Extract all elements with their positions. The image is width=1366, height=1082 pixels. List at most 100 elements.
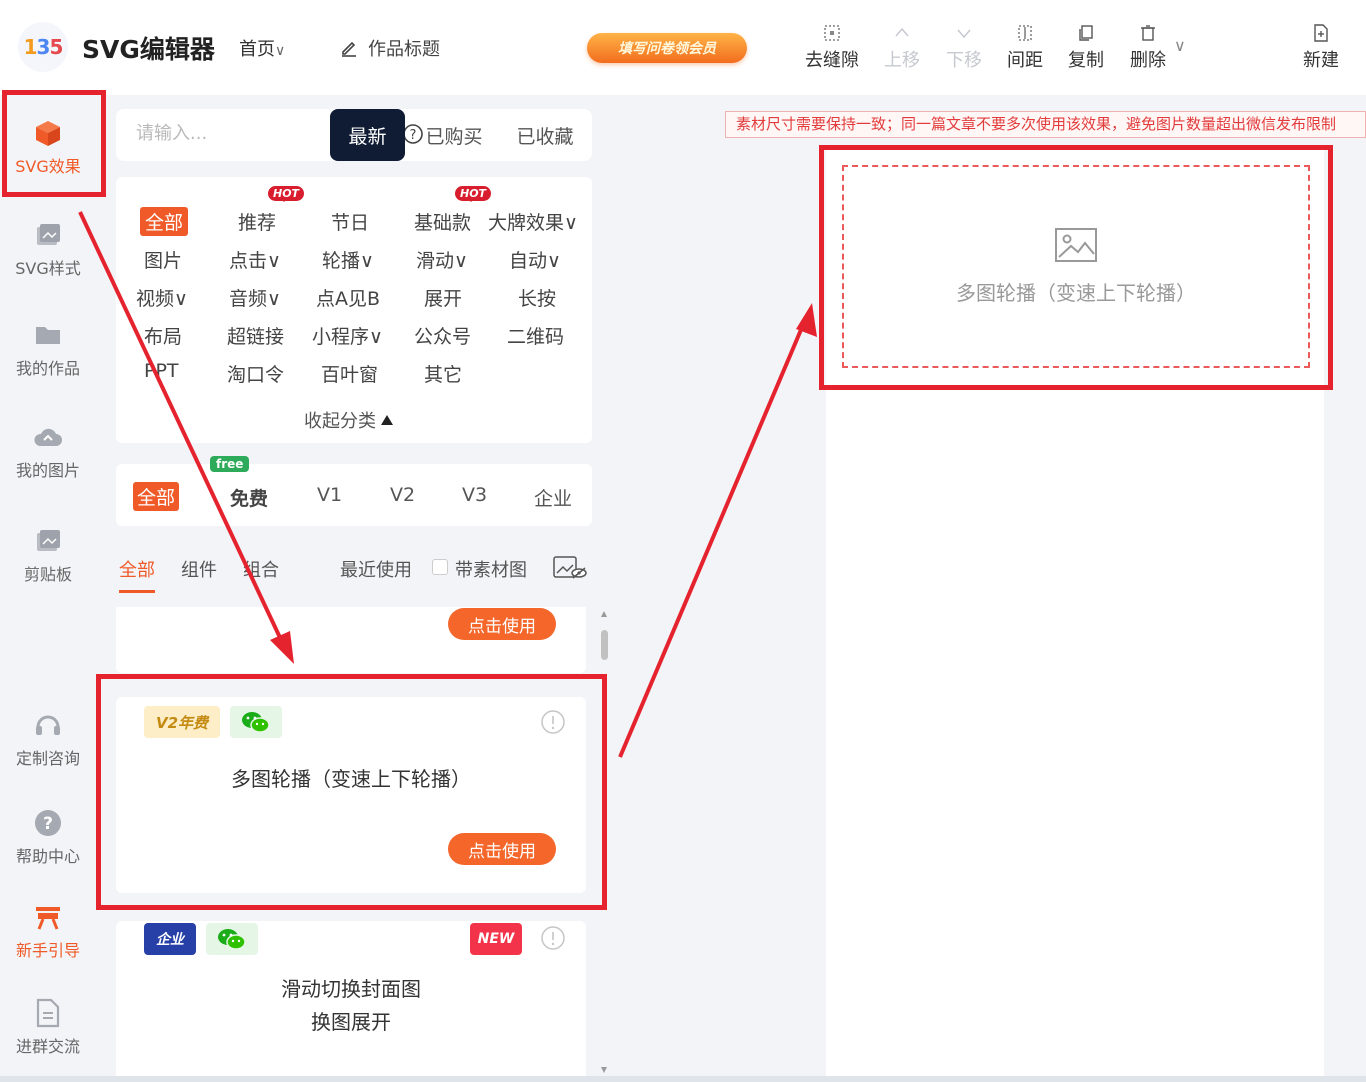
- tab-purchased[interactable]: 已购买: [411, 109, 497, 161]
- filter-row: 全部 组件 组合 最近使用 带素材图: [116, 548, 592, 594]
- work-title-editor[interactable]: 作品标题: [340, 35, 440, 61]
- chevron-up-icon: [895, 27, 909, 37]
- category-carousel[interactable]: 轮播∨: [322, 246, 374, 273]
- survey-button[interactable]: 填写问卷领会员: [587, 33, 747, 63]
- question-icon: ?: [35, 810, 61, 836]
- cloud-upload-icon: [34, 428, 62, 446]
- category-video[interactable]: 视频∨: [136, 284, 188, 311]
- tool-copy[interactable]: 复制: [1055, 20, 1117, 72]
- triangle-up-icon: [381, 415, 393, 425]
- component-placeholder[interactable]: 多图轮播（变速上下轮播）: [842, 165, 1310, 368]
- more-tools-chevron-icon[interactable]: ∨: [1174, 36, 1186, 55]
- guide-icon: [36, 907, 60, 930]
- version-all[interactable]: 全部: [133, 482, 180, 511]
- category-qrcode[interactable]: 二维码: [507, 322, 564, 349]
- category-taobao-code[interactable]: 淘口令: [227, 360, 284, 387]
- category-blinds[interactable]: 百叶窗: [321, 360, 378, 387]
- info-icon[interactable]: [540, 709, 566, 735]
- document-icon: [36, 998, 60, 1028]
- rail-item-my-works[interactable]: 我的作品: [0, 319, 96, 379]
- search-input[interactable]: [136, 123, 236, 144]
- category-long-press[interactable]: 长按: [518, 284, 556, 311]
- rail-item-join-group[interactable]: 进群交流: [0, 997, 96, 1057]
- rail-label: 剪贴板: [23, 565, 72, 584]
- tool-remove-gap[interactable]: 去缝隙: [801, 20, 863, 72]
- version-v3[interactable]: V3: [462, 484, 487, 506]
- category-official-account[interactable]: 公众号: [414, 322, 471, 349]
- tool-delete[interactable]: 删除: [1117, 20, 1179, 72]
- app-logo[interactable]: 135: [18, 22, 68, 72]
- tool-new[interactable]: 新建: [1290, 20, 1352, 72]
- template-list: 点击使用 V2年费 多图轮播（变速上下轮播） 点击使用 企业 NEW 滑动切换封…: [116, 607, 586, 1082]
- version-v1[interactable]: V1: [317, 484, 342, 506]
- category-panel: HOT HOT 全部 推荐 节日 基础款 大牌效果∨ 图片 点击∨ 轮播∨ 滑动…: [116, 177, 592, 443]
- category-brand-effects[interactable]: 大牌效果∨: [488, 208, 578, 235]
- rail-label: SVG效果: [15, 157, 81, 176]
- category-click-a-see-b[interactable]: 点A见B: [316, 284, 380, 311]
- rail-item-my-images[interactable]: 我的图片: [0, 421, 96, 481]
- category-audio[interactable]: 音频∨: [229, 284, 281, 311]
- version-enterprise[interactable]: 企业: [534, 484, 572, 511]
- template-card[interactable]: 企业 NEW 滑动切换封面图 换图展开: [116, 921, 586, 1082]
- rail-item-custom-consult[interactable]: 定制咨询: [0, 709, 96, 769]
- placeholder-label: 多图轮播（变速上下轮播）: [956, 281, 1196, 305]
- tool-move-up[interactable]: 上移: [871, 20, 933, 72]
- template-list-scrollbar[interactable]: [598, 610, 610, 1076]
- category-image[interactable]: 图片: [144, 246, 182, 273]
- category-all[interactable]: 全部: [140, 207, 189, 236]
- home-menu[interactable]: 首页∨: [239, 35, 285, 61]
- version-free[interactable]: 免费: [230, 484, 268, 511]
- trash-icon: [1141, 25, 1155, 41]
- collapse-categories-button[interactable]: 收起分类: [304, 407, 394, 433]
- filter-tab-combinations[interactable]: 组合: [243, 556, 279, 582]
- scroll-up-icon[interactable]: [600, 610, 608, 618]
- template-title: 滑动切换封面图: [281, 977, 421, 1001]
- rail-item-clipboard[interactable]: 剪贴板: [0, 525, 96, 585]
- filter-tab-all[interactable]: 全部: [119, 556, 155, 593]
- category-click[interactable]: 点击∨: [229, 246, 281, 273]
- tool-label: 复制: [1068, 50, 1104, 71]
- wechat-badge: [230, 706, 282, 738]
- template-card[interactable]: V2年费 多图轮播（变速上下轮播） 点击使用: [116, 697, 586, 893]
- info-icon[interactable]: [540, 925, 566, 951]
- category-layout[interactable]: 布局: [144, 322, 182, 349]
- filter-recent[interactable]: 最近使用: [340, 556, 412, 582]
- rail-label: 新手引导: [15, 941, 80, 960]
- rail-item-beginner-guide[interactable]: 新手引导: [0, 901, 96, 961]
- category-basic[interactable]: 基础款: [414, 208, 471, 235]
- category-hyperlink[interactable]: 超链接: [227, 322, 284, 349]
- scroll-thumb[interactable]: [601, 630, 608, 660]
- use-template-button[interactable]: 点击使用: [448, 608, 556, 640]
- hot-badge: HOT: [268, 186, 305, 202]
- filter-tab-components[interactable]: 组件: [181, 556, 217, 582]
- collapse-label: 收起分类: [304, 411, 376, 432]
- tab-latest[interactable]: 最新: [330, 109, 405, 161]
- tab-favorites[interactable]: 已收藏: [502, 109, 588, 161]
- category-holiday[interactable]: 节日: [331, 208, 369, 235]
- category-other[interactable]: 其它: [424, 360, 462, 387]
- version-v2[interactable]: V2: [390, 484, 415, 506]
- category-recommend[interactable]: 推荐: [238, 208, 276, 235]
- rail-item-help-center[interactable]: ? 帮助中心: [0, 807, 96, 867]
- tool-spacing[interactable]: 间距: [994, 20, 1056, 72]
- tool-move-down[interactable]: 下移: [933, 20, 995, 72]
- copy-icon: [1079, 25, 1093, 41]
- with-material-checkbox[interactable]: [432, 559, 448, 575]
- rail-item-svg-effects[interactable]: SVG效果: [0, 117, 96, 177]
- tool-label: 新建: [1303, 50, 1339, 71]
- scroll-down-icon[interactable]: [600, 1066, 608, 1074]
- category-ppt[interactable]: PPT: [144, 360, 179, 382]
- rail-item-svg-styles[interactable]: SVG样式: [0, 219, 96, 279]
- use-template-button[interactable]: 点击使用: [448, 833, 556, 865]
- category-auto[interactable]: 自动∨: [509, 246, 561, 273]
- category-mini-program[interactable]: 小程序∨: [312, 322, 383, 349]
- category-slide[interactable]: 滑动∨: [416, 246, 468, 273]
- wechat-badge: [206, 923, 258, 955]
- image-preview-toggle-icon[interactable]: [552, 554, 588, 582]
- gap-remove-icon: [824, 25, 840, 41]
- free-badge: free: [210, 456, 250, 472]
- rail-label: SVG样式: [15, 259, 81, 278]
- new-badge: NEW: [470, 923, 522, 955]
- chevron-down-icon: ∨: [275, 43, 286, 59]
- category-expand[interactable]: 展开: [424, 284, 462, 311]
